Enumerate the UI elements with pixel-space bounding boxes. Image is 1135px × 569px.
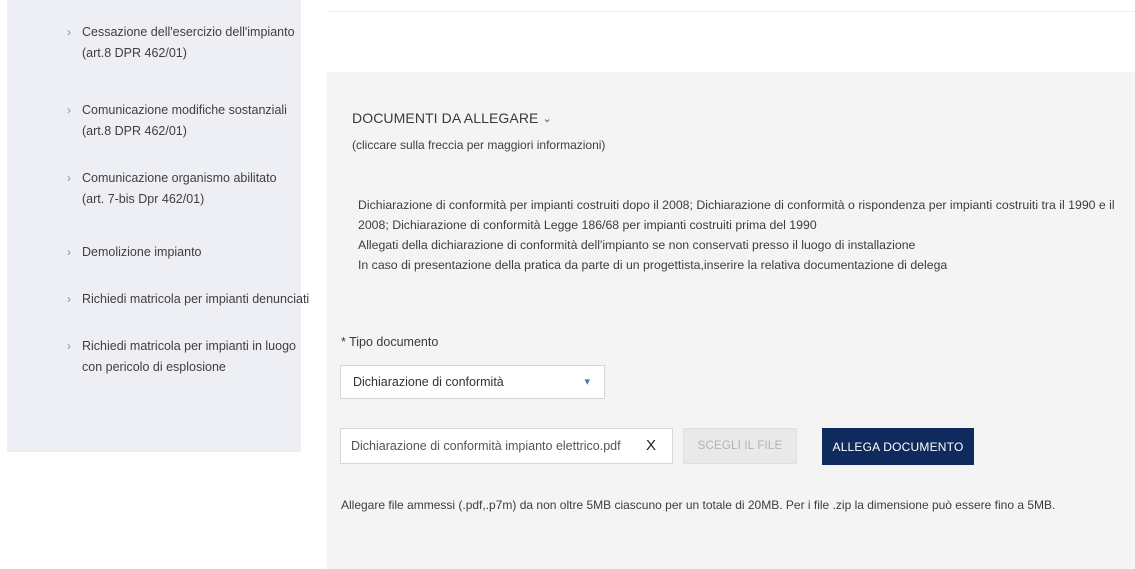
sidebar-item-label: Comunicazione modifiche sostanziali (art… [82, 103, 287, 138]
document-line: Allegati della dichiarazione di conformi… [358, 238, 916, 252]
sidebar-item-demolizione[interactable]: › Demolizione impianto [67, 242, 299, 263]
chevron-right-icon: › [67, 171, 71, 185]
section-hint: (cliccare sulla freccia per maggiori inf… [352, 138, 606, 152]
choose-file-button[interactable]: SCEGLI IL FILE [683, 428, 797, 464]
document-type-label: * Tipo documento [341, 335, 439, 349]
sidebar-item-cessazione[interactable]: › Cessazione dell'esercizio dell'impiant… [67, 22, 299, 64]
attach-document-button[interactable]: ALLEGA DOCUMENTO [822, 428, 974, 465]
chevron-right-icon: › [67, 245, 71, 259]
chevron-down-icon: ▾ [584, 376, 590, 388]
chevron-down-icon: ⌄ [542, 112, 552, 125]
file-name-value: Dichiarazione di conformità impianto ele… [351, 439, 621, 453]
document-type-value: Dichiarazione di conformità [353, 375, 504, 389]
sidebar-item-matricola-denunciati[interactable]: › Richiedi matricola per impianti denunc… [67, 289, 309, 310]
documents-toggle[interactable]: DOCUMENTI DA ALLEGARE ⌄ [352, 110, 552, 126]
chevron-right-icon: › [67, 25, 71, 39]
chevron-right-icon: › [67, 292, 71, 306]
sidebar-item-modifiche-sostanziali[interactable]: › Comunicazione modifiche sostanziali (a… [67, 100, 299, 142]
chevron-right-icon: › [67, 103, 71, 117]
document-line: Dichiarazione di conformità per impianti… [358, 198, 1115, 232]
upload-limits-note: Allegare file ammessi (.pdf,.p7m) da non… [341, 498, 1056, 512]
sidebar-item-label: Richiedi matricola per impianti denuncia… [82, 292, 310, 306]
top-divider [327, 11, 1135, 12]
sidebar-item-label: Comunicazione organismo abilitato (art. … [82, 171, 277, 206]
sidebar-item-matricola-esplosione[interactable]: › Richiedi matricola per impianti in luo… [67, 336, 299, 378]
sidebar-item-label: Demolizione impianto [82, 245, 202, 259]
chevron-right-icon: › [67, 339, 71, 353]
sidebar-item-label: Cessazione dell'esercizio dell'impianto … [82, 25, 295, 60]
document-type-select[interactable]: Dichiarazione di conformità ▾ [340, 365, 605, 399]
section-title: DOCUMENTI DA ALLEGARE [352, 110, 539, 126]
documents-panel: DOCUMENTI DA ALLEGARE ⌄ (cliccare sulla … [327, 72, 1135, 569]
close-icon[interactable]: X [646, 437, 656, 454]
document-line: In caso di presentazione della pratica d… [358, 258, 948, 272]
documents-list: Dichiarazione di conformità per impianti… [358, 195, 1133, 275]
sidebar: › Cessazione dell'esercizio dell'impiant… [7, 0, 309, 452]
sidebar-item-label: Richiedi matricola per impianti in luogo… [82, 339, 296, 374]
file-name-field[interactable]: Dichiarazione di conformità impianto ele… [340, 428, 673, 464]
sidebar-item-organismo-abilitato[interactable]: › Comunicazione organismo abilitato (art… [67, 168, 299, 210]
